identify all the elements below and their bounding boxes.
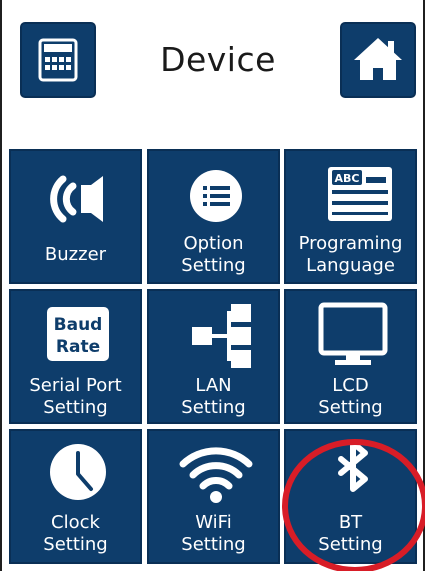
home-icon — [354, 38, 402, 80]
tile-label: Clock Setting — [43, 512, 108, 555]
tile-label: Programing Language — [298, 233, 403, 276]
tile-label: Serial Port Setting — [29, 375, 122, 418]
svg-text:Rate: Rate — [56, 337, 100, 357]
tile-clock-setting[interactable]: Clock Setting — [9, 429, 142, 564]
tile-lcd-setting[interactable]: LCD Setting — [284, 289, 417, 424]
tile-programing-language[interactable]: ABC Programing Language — [284, 149, 417, 284]
page-title: Device — [160, 40, 276, 79]
tile-label: LCD Setting — [318, 375, 383, 418]
tile-bt-setting[interactable]: BT Setting — [284, 429, 417, 564]
tile-label: WiFi Setting — [181, 512, 246, 555]
tile-label: BT Setting — [318, 512, 383, 555]
header: Device — [0, 0, 425, 110]
tile-label: Option Setting — [181, 233, 246, 276]
keypad-icon — [38, 38, 78, 82]
tile-lan-setting[interactable]: LAN Setting — [147, 289, 280, 424]
settings-grid: Buzzer OptionSetting ABC ProgramingLan — [9, 149, 417, 564]
keypad-button[interactable] — [20, 22, 96, 98]
home-button[interactable] — [340, 22, 416, 98]
tile-serial-port-setting[interactable]: Baud Rate Serial Port Setting — [9, 289, 142, 424]
tile-wifi-setting[interactable]: WiFi Setting — [147, 429, 280, 564]
tile-buzzer[interactable]: Buzzer — [9, 149, 142, 284]
tile-option-setting[interactable]: Option Setting — [147, 149, 280, 284]
svg-text:Baud: Baud — [54, 315, 103, 335]
svg-text:ABC: ABC — [335, 172, 360, 185]
tile-label: LAN Setting — [181, 375, 246, 418]
tile-label: Buzzer — [44, 244, 107, 265]
